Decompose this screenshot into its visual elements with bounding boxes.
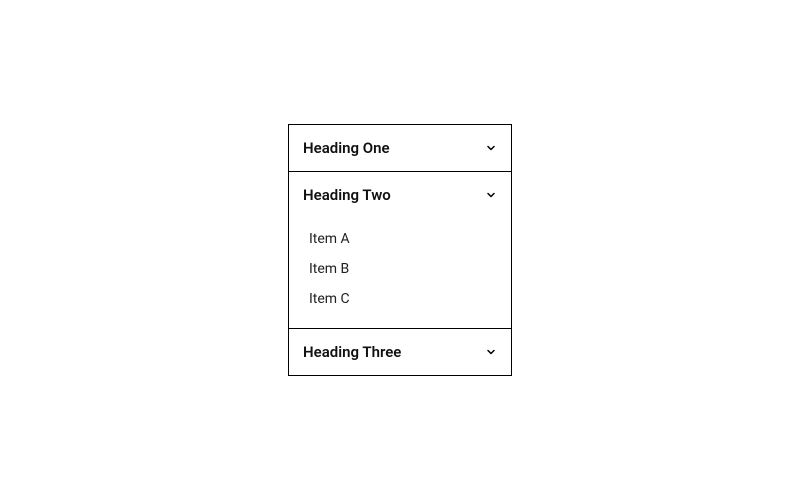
accordion: Heading One Heading Two Item A Item B It… [288, 124, 512, 376]
accordion-section-one: Heading One [289, 125, 511, 172]
accordion-header-two[interactable]: Heading Two [289, 172, 511, 218]
chevron-down-icon [485, 346, 497, 358]
list-item[interactable]: Item B [309, 254, 497, 284]
accordion-header-three[interactable]: Heading Three [289, 329, 511, 375]
list-item[interactable]: Item C [309, 284, 497, 314]
accordion-title: Heading Three [303, 343, 401, 361]
chevron-down-icon [485, 142, 497, 154]
accordion-title: Heading One [303, 139, 390, 157]
chevron-down-icon [485, 189, 497, 201]
accordion-section-three: Heading Three [289, 329, 511, 375]
accordion-header-one[interactable]: Heading One [289, 125, 511, 171]
accordion-title: Heading Two [303, 186, 391, 204]
accordion-body-two: Item A Item B Item C [289, 218, 511, 328]
list-item[interactable]: Item A [309, 224, 497, 254]
accordion-section-two: Heading Two Item A Item B Item C [289, 172, 511, 329]
